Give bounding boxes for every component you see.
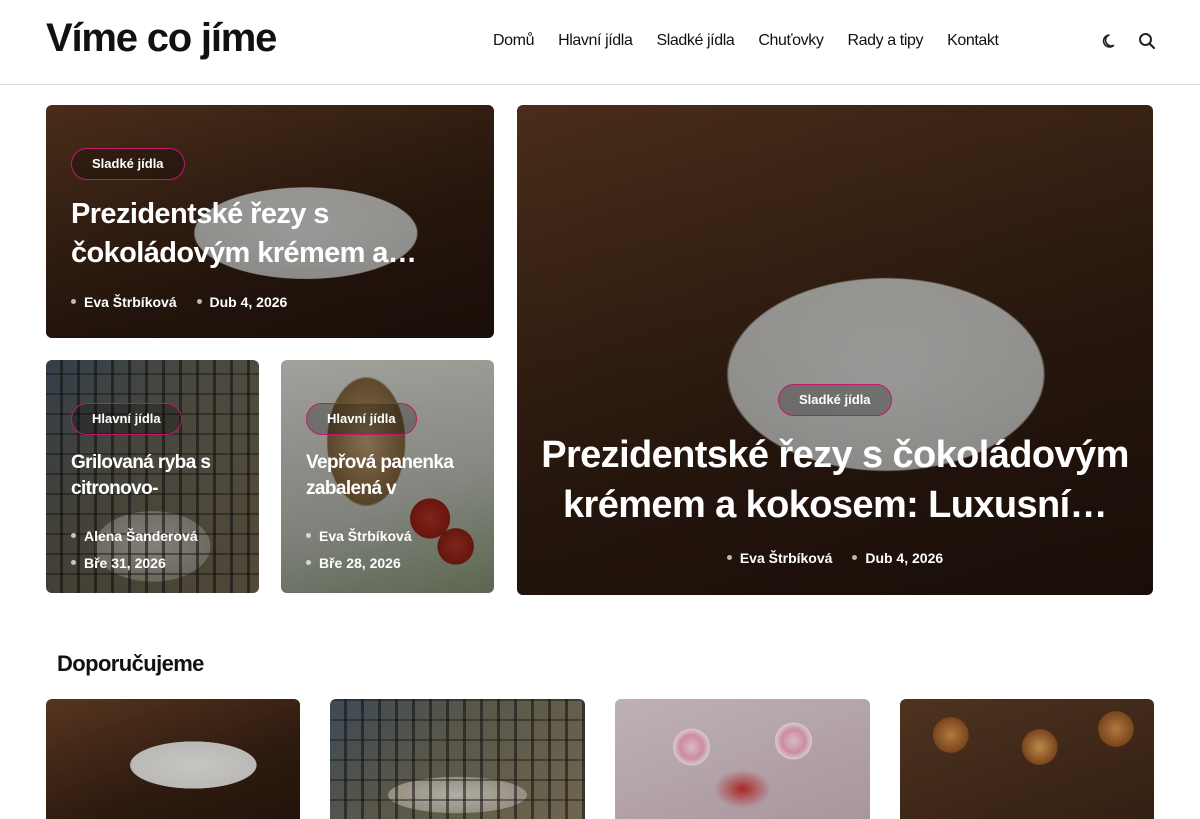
card-meta: Alena Šanderová Bře 31, 2026 [71,523,198,577]
recommended-card[interactable] [615,699,870,819]
nav-item-kontakt[interactable]: Kontakt [947,32,999,50]
recommended-card[interactable] [46,699,300,819]
site-header: Víme co jíme Domů Hlavní jídla Sladké jí… [0,0,1200,85]
author-name[interactable]: Eva Štrbíková [84,294,177,310]
post-date: Bře 31, 2026 [84,555,166,571]
card-title[interactable]: Vepřová panenka zabalená v [306,450,481,504]
recommended-card[interactable] [330,699,585,819]
author-name[interactable]: Alena Šanderová [84,528,198,544]
post-date: Dub 4, 2026 [865,550,944,566]
category-badge[interactable]: Hlavní jídla [306,403,417,435]
hero-title[interactable]: Prezidentské řezy s čokoládovým krémem a… [537,430,1133,532]
nav-item-hlavni-jidla[interactable]: Hlavní jídla [558,32,633,50]
card-title[interactable]: Prezidentské řezy s čokoládovým krémem a… [71,195,471,275]
post-date: Bře 28, 2026 [319,555,401,571]
nav-item-chutovky[interactable]: Chuťovky [758,32,823,50]
post-date: Dub 4, 2026 [209,294,288,310]
featured-card[interactable]: Hlavní jídla Vepřová panenka zabalená v … [281,360,494,593]
nav-item-domu[interactable]: Domů [493,32,534,50]
category-badge[interactable]: Sladké jídla [71,148,185,180]
featured-card[interactable]: Sladké jídla Prezidentské řezy s čokolád… [46,105,494,338]
card-meta: Eva Štrbíková Bře 28, 2026 [306,523,412,577]
recommended-card[interactable] [900,699,1154,819]
search-icon[interactable] [1137,31,1157,51]
section-title-recommended: Doporučujeme [57,651,204,676]
author-name[interactable]: Eva Štrbíková [740,550,833,566]
main-nav: Domů Hlavní jídla Sladké jídla Chuťovky … [493,32,1023,50]
site-logo[interactable]: Víme co jíme [46,16,277,61]
nav-item-rady-a-tipy[interactable]: Rady a tipy [847,32,923,50]
card-meta: Eva Štrbíková Dub 4, 2026 [517,550,1153,566]
card-meta: Eva Štrbíková Dub 4, 2026 [71,294,287,310]
author-name[interactable]: Eva Štrbíková [319,528,412,544]
category-badge[interactable]: Sladké jídla [778,384,892,416]
nav-item-sladke-jidla[interactable]: Sladké jídla [656,32,734,50]
category-badge[interactable]: Hlavní jídla [71,403,182,435]
hero-card[interactable]: Sladké jídla Prezidentské řezy s čokolád… [517,105,1153,595]
card-title[interactable]: Grilovaná ryba s citronovo- [71,450,246,504]
featured-card[interactable]: Hlavní jídla Grilovaná ryba s citronovo-… [46,360,259,593]
moon-icon[interactable] [1100,31,1120,51]
